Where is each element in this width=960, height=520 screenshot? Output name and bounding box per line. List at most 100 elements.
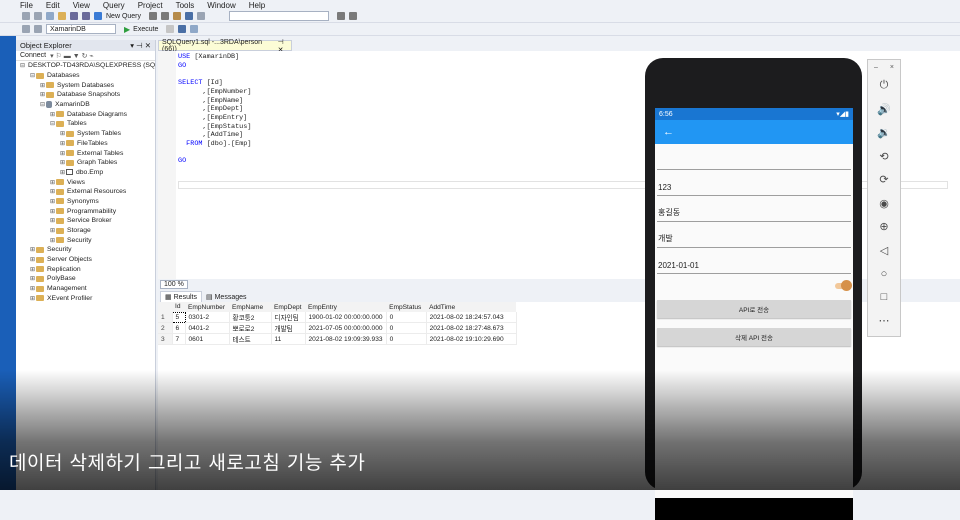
tab-sqlquery1[interactable]: SQLQuery1.sql -...3RDA\person (66)) ⊣ ✕	[158, 39, 292, 54]
zoom-select[interactable]: 100 %	[160, 280, 188, 289]
paste-icon[interactable]	[173, 12, 182, 20]
tree-node[interactable]: ⊞ dbo.Emp	[16, 168, 155, 178]
tab-results[interactable]: ▦ Results	[160, 291, 202, 302]
table-cell[interactable]: 0401-2	[185, 322, 230, 334]
save-all-icon[interactable]	[82, 12, 90, 20]
table-cell[interactable]: 개발팀	[271, 322, 306, 334]
tree-node[interactable]: ⊞ Database Snapshots	[16, 90, 155, 100]
tree-node[interactable]: ⊞ FileTables	[16, 139, 155, 149]
filter-icon[interactable]: ▾ ⚐ ▬ ▼ ↻ ⌁	[50, 52, 94, 60]
tree-node[interactable]: ⊞ Replication	[16, 264, 155, 274]
sql-code[interactable]: USE [XamarinDB] GO SELECT [Id] ,[EmpNumb…	[178, 53, 251, 166]
connect-icon[interactable]	[22, 25, 30, 33]
delete-api-button[interactable]: 삭제 API 전송	[657, 328, 851, 346]
forward-icon[interactable]	[34, 12, 42, 20]
pin-icon[interactable]: ▾ ⊣ ✕	[130, 41, 151, 50]
table-cell[interactable]: 2021-08-02 19:10:29.690	[426, 333, 517, 345]
execute-icon[interactable]: ▶	[124, 25, 130, 34]
tree-node[interactable]: ⊞ Security	[16, 245, 155, 255]
zoom-icon[interactable]: ⊕	[874, 215, 894, 239]
column-header[interactable]: AddTime	[426, 302, 517, 312]
tree-node[interactable]: ⊞ System Databases	[16, 80, 155, 90]
tab-messages[interactable]: ▤ Messages	[202, 292, 251, 302]
tree-node[interactable]: ⊞ Database Diagrams	[16, 109, 155, 119]
table-cell[interactable]: 0601	[185, 333, 230, 345]
menu-window[interactable]: Window	[207, 1, 235, 10]
tree-node[interactable]: ⊞ Service Broker	[16, 216, 155, 226]
menu-view[interactable]: View	[73, 1, 90, 10]
parse-icon[interactable]	[178, 25, 187, 33]
table-cell[interactable]: 2021-08-02 19:09:39.933	[305, 333, 387, 345]
expand-icon[interactable]: ⊟	[20, 62, 25, 69]
table-cell[interactable]: 11	[271, 333, 306, 345]
row-number[interactable]: 1	[158, 312, 173, 323]
connect-button[interactable]: Connect	[20, 52, 46, 59]
entry-field[interactable]: 2021-01-01	[657, 248, 851, 274]
camera-icon[interactable]: ◉	[874, 192, 894, 216]
save-icon[interactable]	[70, 12, 78, 20]
redo-icon[interactable]	[197, 12, 206, 20]
close-emu-icon[interactable]: ×	[890, 64, 894, 71]
table-cell[interactable]: 2021-07-05 00:00:00.000	[305, 322, 387, 334]
tree-node[interactable]: ⊞ External Tables	[16, 148, 155, 158]
search-combo[interactable]	[229, 11, 330, 21]
entry-field[interactable]: 홍길동	[657, 196, 851, 222]
tree-node[interactable]: ⊞ Graph Tables	[16, 158, 155, 168]
row-number[interactable]: 3	[158, 333, 173, 345]
overview-icon[interactable]: □	[874, 286, 894, 310]
tree-node[interactable]: ⊟ Tables	[16, 119, 155, 129]
column-header[interactable]: Id	[172, 302, 185, 312]
column-header[interactable]: EmpName	[229, 302, 271, 312]
send-api-button[interactable]: API로 전송	[657, 300, 851, 318]
power-icon[interactable]: ⏻	[874, 74, 894, 98]
rotate-left-icon[interactable]: ⟲	[874, 145, 894, 169]
tree-node[interactable]: ⊞ Management	[16, 284, 155, 294]
table-cell[interactable]: 뽀로로2	[229, 322, 272, 334]
table-cell[interactable]: 7	[172, 333, 186, 345]
table-cell[interactable]: 2021-08-02 18:24:57.043	[426, 312, 517, 323]
properties-icon[interactable]	[337, 12, 346, 20]
back-icon[interactable]	[22, 12, 30, 20]
new-file-icon[interactable]	[46, 12, 54, 20]
stop-icon[interactable]	[166, 25, 175, 33]
table-cell[interactable]: 디자인팀	[271, 312, 306, 323]
table-cell[interactable]: 황코퉁2	[229, 312, 272, 323]
column-header[interactable]: EmpNumber	[185, 302, 229, 312]
menu-project[interactable]: Project	[138, 1, 163, 10]
change-connection-icon[interactable]	[34, 25, 42, 33]
database-select[interactable]: XamarinDB	[46, 24, 116, 34]
volume-up-icon[interactable]: 🔊	[874, 98, 894, 122]
tree-node[interactable]: ⊞ Security	[16, 235, 155, 245]
tree-node[interactable]: ⊞ XEvent Profiler	[16, 294, 155, 304]
tree-node[interactable]: ⊟ DESKTOP-TD43RDA\SQLEXPRESS (SQ	[16, 61, 155, 71]
table-row[interactable]: 2 6 0401-2 뽀로로2 개발팀 2021-07-05 00:00:00.000 0 2…	[158, 322, 517, 334]
copy-icon[interactable]	[161, 12, 170, 20]
home-icon[interactable]: ○	[874, 262, 894, 286]
tree-node[interactable]: ⊞ Storage	[16, 226, 155, 236]
entry-field[interactable]: 123	[657, 170, 851, 196]
table-row[interactable]: 3 7 0601 테스트 11 2021-08-02 19:09:39.933 0 2021-…	[158, 333, 517, 345]
table-cell[interactable]: 0	[386, 312, 427, 323]
tree-node[interactable]: ⊟ XamarinDB	[16, 100, 155, 110]
new-query-icon[interactable]	[94, 12, 102, 20]
tools-icon[interactable]	[349, 12, 358, 20]
menu-file[interactable]: File	[20, 1, 33, 10]
table-cell[interactable]: 2021-08-02 18:27:48.673	[426, 322, 517, 334]
column-header[interactable]: EmpEntry	[305, 302, 387, 312]
back-arrow-icon[interactable]: ←	[663, 126, 674, 138]
entry-field[interactable]: 개발	[657, 222, 851, 248]
column-header[interactable]: EmpStatus	[386, 302, 427, 312]
menu-query[interactable]: Query	[103, 1, 125, 10]
table-cell[interactable]: 0	[386, 333, 427, 345]
table-cell[interactable]: 1900-01-02 00:00:00.000	[305, 312, 387, 323]
display-plan-icon[interactable]	[190, 25, 199, 33]
table-cell[interactable]: 테스트	[229, 333, 272, 345]
menu-edit[interactable]: Edit	[46, 1, 60, 10]
column-header[interactable]: EmpDept	[271, 302, 305, 312]
entry-field[interactable]	[657, 144, 851, 170]
switch-thumb[interactable]	[841, 280, 852, 291]
cut-icon[interactable]	[149, 12, 158, 20]
minimize-icon[interactable]: –	[874, 64, 878, 71]
row-number[interactable]: 2	[158, 322, 173, 334]
more-icon[interactable]: ⋯	[874, 309, 894, 333]
